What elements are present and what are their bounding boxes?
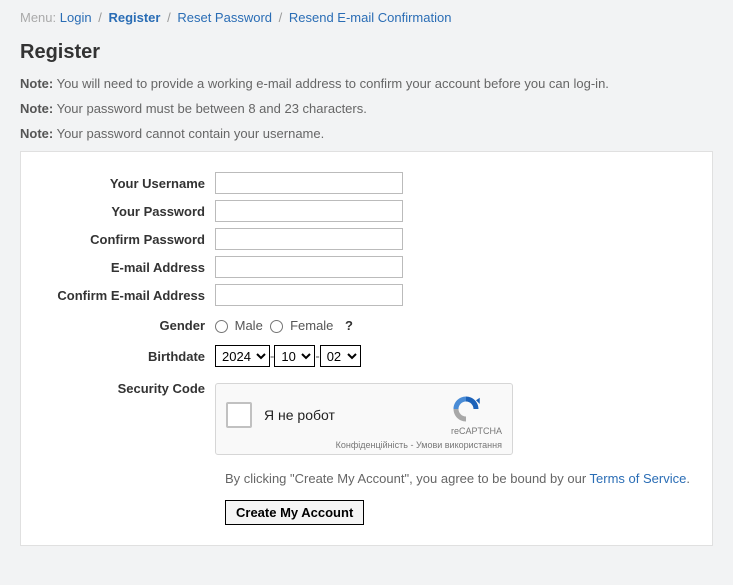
email-input[interactable] bbox=[215, 256, 403, 278]
tos-link[interactable]: Terms of Service bbox=[590, 471, 687, 486]
birth-year-select[interactable]: 2024 bbox=[215, 345, 270, 367]
confirm-password-label: Confirm Password bbox=[37, 232, 215, 247]
notes-section: Note: You will need to provide a working… bbox=[0, 76, 733, 141]
gender-female-radio[interactable] bbox=[270, 320, 283, 333]
note-line: Note: Your password must be between 8 an… bbox=[20, 101, 713, 116]
confirm-email-label: Confirm E-mail Address bbox=[37, 288, 215, 303]
gender-help-icon[interactable]: ? bbox=[345, 318, 353, 333]
create-account-button[interactable]: Create My Account bbox=[225, 500, 364, 525]
confirm-email-input[interactable] bbox=[215, 284, 403, 306]
birth-day-select[interactable]: 02 bbox=[320, 345, 361, 367]
page-title: Register bbox=[20, 41, 713, 64]
gender-label: Gender bbox=[37, 318, 215, 333]
username-label: Your Username bbox=[37, 176, 215, 191]
gender-male-label: Male bbox=[235, 318, 263, 333]
recaptcha-logo-icon bbox=[451, 394, 502, 424]
password-input[interactable] bbox=[215, 200, 403, 222]
birthdate-label: Birthdate bbox=[37, 349, 215, 364]
menu-sep: / bbox=[98, 10, 102, 25]
menu-link-login[interactable]: Login bbox=[60, 10, 92, 25]
recaptcha-label: Я не робот bbox=[264, 407, 335, 423]
register-form: Your Username Your Password Confirm Pass… bbox=[20, 151, 713, 546]
username-input[interactable] bbox=[215, 172, 403, 194]
menu-sep: / bbox=[167, 10, 171, 25]
recaptcha-footer: Конфіденційність - Умови використання bbox=[226, 440, 502, 450]
email-label: E-mail Address bbox=[37, 260, 215, 275]
menu-sep: / bbox=[279, 10, 283, 25]
gender-female-label: Female bbox=[290, 318, 333, 333]
birth-month-select[interactable]: 10 bbox=[274, 345, 315, 367]
menu-link-resend-confirmation[interactable]: Resend E-mail Confirmation bbox=[289, 10, 452, 25]
note-line: Note: You will need to provide a working… bbox=[20, 76, 713, 91]
menu-link-reset-password[interactable]: Reset Password bbox=[177, 10, 272, 25]
recaptcha-brand: reCAPTCHA bbox=[451, 426, 502, 436]
tos-text: By clicking "Create My Account", you agr… bbox=[225, 471, 696, 486]
menu-bar: Menu: Login / Register / Reset Password … bbox=[0, 0, 733, 33]
recaptcha-widget: Я не робот reCAPTCHA bbox=[215, 383, 513, 455]
gender-male-radio[interactable] bbox=[215, 320, 228, 333]
menu-label: Menu: bbox=[20, 10, 56, 25]
note-line: Note: Your password cannot contain your … bbox=[20, 126, 713, 141]
security-code-label: Security Code bbox=[37, 379, 215, 396]
confirm-password-input[interactable] bbox=[215, 228, 403, 250]
password-label: Your Password bbox=[37, 204, 215, 219]
recaptcha-checkbox[interactable] bbox=[226, 402, 252, 428]
menu-link-register[interactable]: Register bbox=[108, 10, 160, 25]
